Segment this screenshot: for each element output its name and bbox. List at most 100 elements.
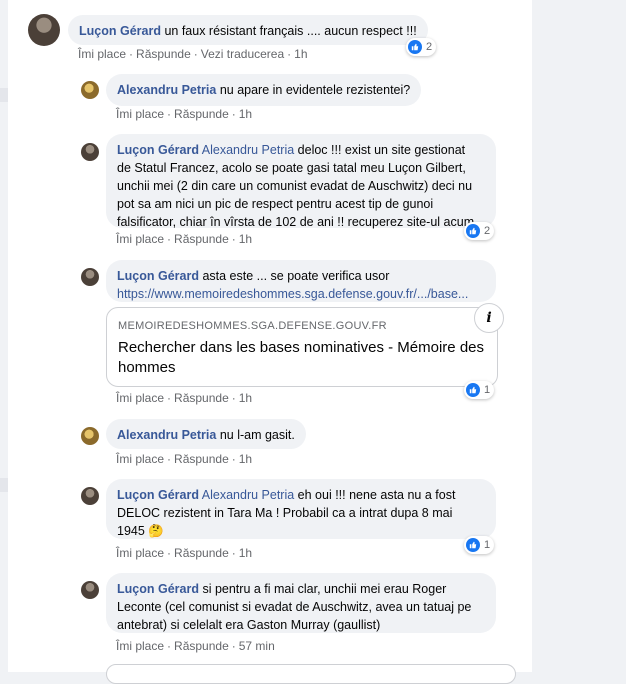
timestamp[interactable]: 1h [239,232,252,246]
reply-button[interactable]: Răspunde [174,452,229,466]
avatar[interactable] [81,81,99,99]
translate-button[interactable]: Vezi traducerea [201,47,284,61]
comment-author[interactable]: Luçon Gérard [79,24,161,38]
separator: · [231,391,236,405]
separator: · [231,232,236,246]
mention-link[interactable]: Alexandru Petria [202,488,294,502]
comment-actions: Îmi place · Răspunde · Vezi traducerea · 1h [78,47,308,61]
comment-text: DELOC rezistent in Tara Ma ! Probabil ca… [117,506,453,520]
avatar[interactable] [81,487,99,505]
separator: · [167,639,172,653]
timestamp[interactable]: 1h [294,47,307,61]
comment-author[interactable]: Luçon Gérard [117,143,199,157]
timestamp[interactable]: 57 min [239,639,275,653]
separator: · [193,47,198,61]
reply-button[interactable]: Răspunde [174,232,229,246]
comment-actions: Îmi place · Răspunde · 1h [116,232,252,246]
comment-actions: Îmi place · Răspunde · 1h [116,452,252,466]
comment-author[interactable]: Luçon Gérard [117,582,199,596]
timestamp[interactable]: 1h [239,391,252,405]
comment-text: si pentru a fi mai clar, unchii mei erau… [202,582,447,596]
comment-text: deloc !!! exist un site gestionat [297,143,466,157]
reply-button[interactable]: Răspunde [174,107,229,121]
thinking-emoji: 🤔 [148,524,164,538]
comment-text: unchii mei (2 din care un comunist evada… [117,179,473,193]
separator: · [167,391,172,405]
left-edge-marker [0,478,8,492]
comment-actions: Îmi place · Răspunde · 1h [116,546,252,560]
url-link[interactable]: https://www.memoiredeshommes.sga.defense… [117,285,485,303]
left-edge-marker [0,88,8,102]
like-icon [466,224,480,238]
like-button[interactable]: Îmi place [116,391,164,405]
reaction-count[interactable]: 1 [464,381,495,399]
mention-link[interactable]: Alexandru Petria [202,143,294,157]
comment-author[interactable]: Luçon Gérard [117,488,199,502]
separator: · [287,47,292,61]
comment-text: eh oui !!! nene asta nu a fost [297,488,456,502]
reaction-count[interactable]: 2 [406,38,437,56]
separator: · [231,546,236,560]
right-background [532,0,626,672]
comment-actions: Îmi place · Răspunde · 1h [116,107,252,121]
timestamp[interactable]: 1h [239,546,252,560]
comment-text: antebrat) si celelalt era Gaston Murray … [117,618,381,632]
comment-bubble: Alexandru Petria nu l-am gasit. [106,419,306,449]
comment-bubble: Luçon Gérard Alexandru Petria deloc !!! … [106,134,496,229]
comment-bubble: Alexandru Petria nu apare in evidentele … [106,74,422,106]
timestamp[interactable]: 1h [239,107,252,121]
like-icon [466,383,480,397]
reaction-number: 2 [426,41,433,53]
comment-bubble: Luçon Gérard un faux résistant français … [68,15,428,45]
reaction-count[interactable]: 1 [464,536,495,554]
comment-author[interactable]: Luçon Gérard [117,269,199,283]
like-button[interactable]: Îmi place [116,452,164,466]
comment-author[interactable]: Alexandru Petria [117,83,216,97]
link-domain: MEMOIREDESHOMMES.SGA.DEFENSE.GOUV.FR [118,320,387,332]
reply-button[interactable]: Răspunde [136,47,191,61]
comment-actions: Îmi place · Răspunde · 1h [116,391,252,405]
avatar[interactable] [81,581,99,599]
comment-text: nu apare in evidentele rezistentei? [219,83,411,97]
comment-bubble: Luçon Gérard si pentru a fi mai clar, un… [106,573,496,633]
separator: · [167,546,172,560]
comment-actions: Îmi place · Răspunde · 57 min [116,639,275,653]
comment-text: 1945 [117,524,145,538]
like-button[interactable]: Îmi place [78,47,126,61]
like-button[interactable]: Îmi place [116,546,164,560]
avatar[interactable] [81,143,99,161]
separator: · [167,107,172,121]
link-preview-card[interactable]: MEMOIREDESHOMMES.SGA.DEFENSE.GOUV.FR Rec… [106,307,498,387]
like-button[interactable]: Îmi place [116,232,164,246]
separator: · [231,107,236,121]
reaction-count[interactable]: 2 [464,222,495,240]
like-button[interactable]: Îmi place [116,639,164,653]
comment-text: un faux résistant français .... aucun re… [164,24,417,38]
comment-bubble: Luçon Gérard Alexandru Petria eh oui !!!… [106,479,496,539]
separator: · [129,47,134,61]
comment-text: nu l-am gasit. [219,428,295,442]
reply-input-box[interactable] [106,664,516,684]
comment-bubble: Luçon Gérard asta este ... se poate veri… [106,260,496,302]
separator: · [167,232,172,246]
reaction-number: 1 [484,539,491,551]
like-icon [408,40,422,54]
info-icon[interactable]: i [474,303,504,333]
reaction-number: 1 [484,384,491,396]
avatar[interactable] [81,268,99,286]
reply-button[interactable]: Răspunde [174,639,229,653]
reaction-number: 2 [484,225,491,237]
reply-button[interactable]: Răspunde [174,391,229,405]
avatar[interactable] [81,427,99,445]
comment-text: asta este ... se poate verifica usor [202,269,390,283]
comment-author[interactable]: Alexandru Petria [117,428,216,442]
separator: · [231,639,236,653]
timestamp[interactable]: 1h [239,452,252,466]
like-button[interactable]: Îmi place [116,107,164,121]
like-icon [466,538,480,552]
avatar[interactable] [28,14,60,46]
link-title[interactable]: Rechercher dans les bases nominatives - … [118,338,488,378]
reply-button[interactable]: Răspunde [174,546,229,560]
comment-text: pot sa am nici un pic de respect pentru … [117,197,434,211]
separator: · [231,452,236,466]
